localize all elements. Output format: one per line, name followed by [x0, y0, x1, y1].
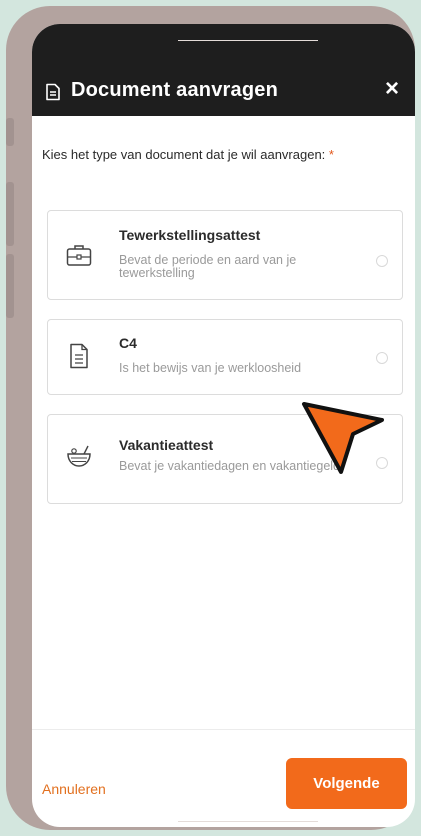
cancel-button[interactable]: Annuleren — [42, 781, 106, 797]
phone-volume-up-button — [6, 182, 14, 246]
option-name: Tewerkstellingsattest — [119, 227, 261, 243]
document-icon — [70, 343, 88, 369]
dialog-footer: Annuleren Volgende — [32, 729, 415, 827]
close-icon[interactable]: × — [385, 77, 399, 101]
dialog-header: Document aanvragen × — [32, 24, 415, 116]
phone-speaker — [178, 40, 318, 41]
document-type-prompt: Kies het type van document dat je wil aa… — [42, 146, 362, 163]
home-indicator — [178, 821, 318, 822]
option-card-c4[interactable]: C4 Is het bewijs van je werkloosheid — [47, 319, 403, 395]
next-button[interactable]: Volgende — [286, 758, 407, 809]
required-marker: * — [328, 147, 334, 162]
phone-side-button — [6, 118, 14, 146]
cocktail-icon — [67, 445, 91, 467]
option-radio[interactable] — [376, 352, 388, 364]
document-icon — [46, 83, 60, 101]
option-description: Is het bewijs van je werkloosheid — [119, 361, 302, 375]
option-name: C4 — [119, 335, 137, 351]
prompt-label: Kies het type van document dat je wil aa… — [42, 147, 329, 162]
option-card-tewerkstellingsattest[interactable]: Tewerkstellingsattest Bevat de periode e… — [47, 210, 403, 300]
option-description: Bevat de periode en aard van je tewerkst… — [119, 253, 297, 280]
briefcase-icon — [66, 245, 92, 266]
option-radio[interactable] — [376, 255, 388, 267]
dialog-title: Document aanvragen — [71, 79, 278, 101]
cursor-arrow-icon — [302, 402, 384, 474]
phone-volume-down-button — [6, 254, 14, 318]
option-name: Vakantieattest — [119, 437, 214, 453]
